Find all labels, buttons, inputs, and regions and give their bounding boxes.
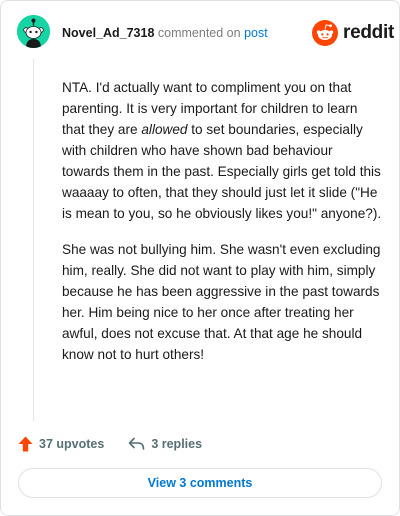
post-link[interactable]: post [244,26,268,40]
comment-card: Novel_Ad_7318 commented on post reddit N… [0,0,400,516]
comment-header: Novel_Ad_7318 commented on post [62,26,268,40]
emphasis-text: allowed [141,122,188,137]
reddit-logo-icon [312,20,338,46]
replies-button[interactable]: 3 replies [128,437,202,451]
username[interactable]: Novel_Ad_7318 [62,26,154,40]
view-comments-button[interactable]: View 3 comments [18,468,382,498]
upvote-count: 37 upvotes [39,437,105,451]
thread-line[interactable] [33,59,34,421]
reddit-logo: reddit [312,20,394,46]
reply-count: 3 replies [151,437,203,451]
user-avatar[interactable] [17,15,50,48]
comment-paragraph-1: NTA. I'd actually want to compliment you… [62,80,382,221]
comment-body: NTA. I'd actually want to compliment you… [62,77,382,380]
snoo-avatar-icon [17,15,50,48]
comment-paragraph-2: She was not bullying him. She wasn't eve… [62,242,381,362]
reply-arrow-icon [128,437,145,451]
reddit-wordmark: reddit [343,22,394,43]
upvote-arrow-icon [18,436,33,452]
commented-on-text: commented on [157,26,241,40]
upvote-button[interactable]: 37 upvotes [18,436,104,452]
comment-actions: 37 upvotes 3 replies [18,434,202,454]
